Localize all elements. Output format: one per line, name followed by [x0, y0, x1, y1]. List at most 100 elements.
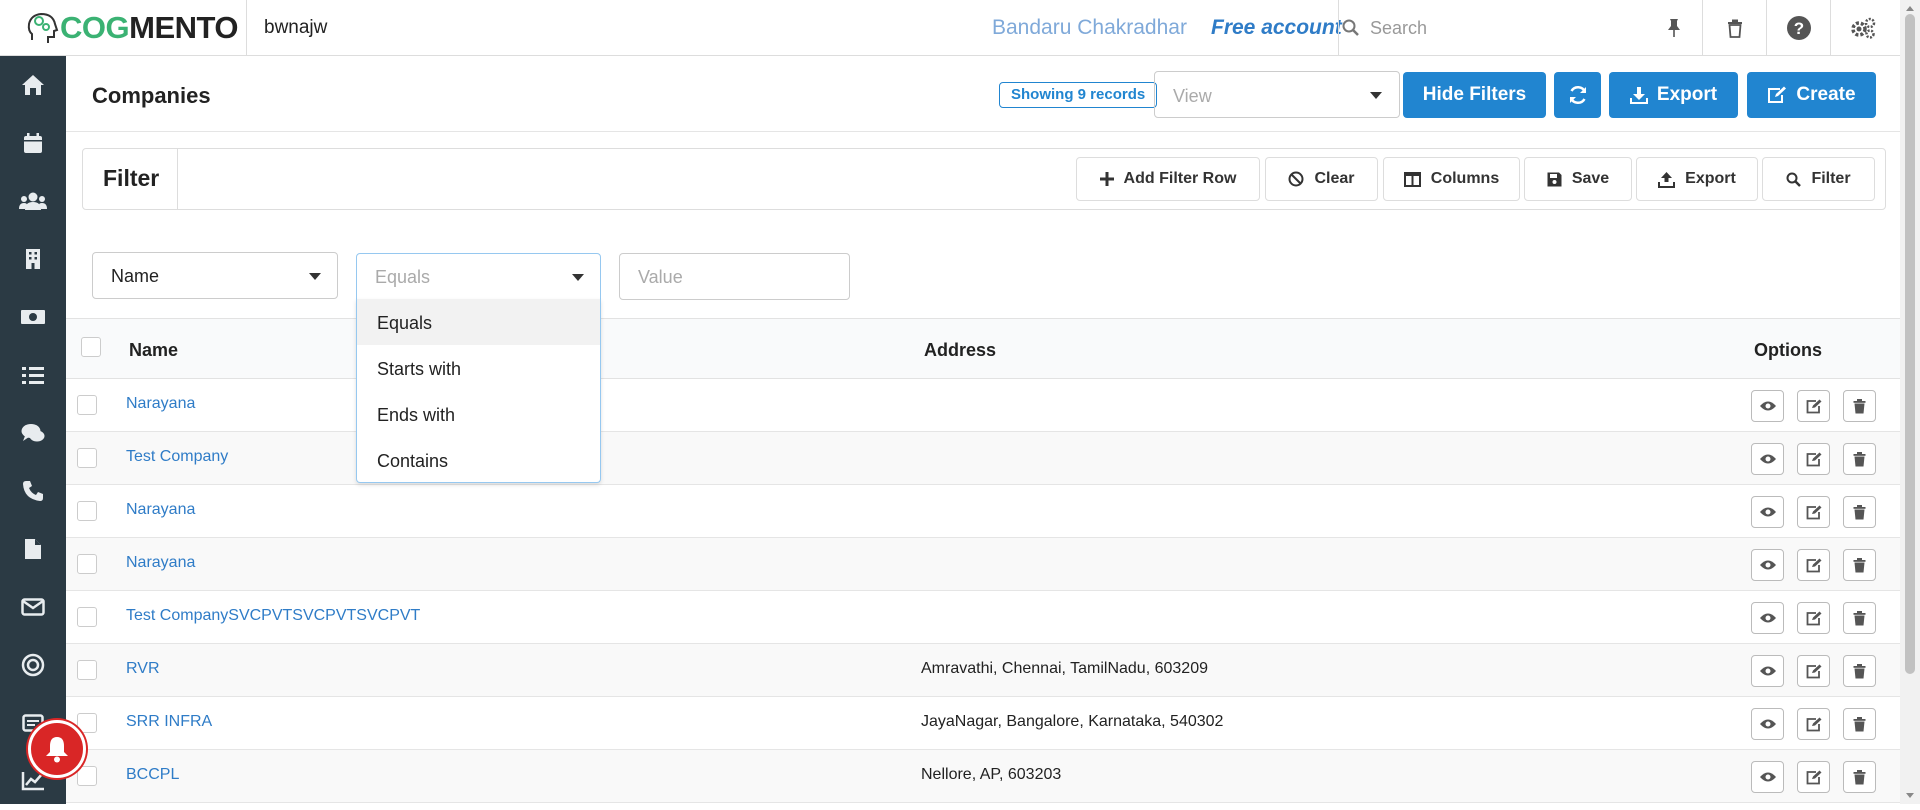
edit-button[interactable] [1797, 602, 1830, 634]
save-button[interactable]: Save [1524, 157, 1632, 201]
email-icon [21, 598, 45, 616]
sidebar-item-campaigns[interactable] [0, 636, 66, 694]
home-icon [22, 75, 44, 95]
export-button[interactable]: Export [1609, 72, 1738, 118]
dropdown-option-starts-with[interactable]: Starts with [357, 345, 600, 391]
sidebar-item-cases[interactable] [0, 404, 66, 462]
view-button[interactable] [1751, 708, 1784, 740]
trash-button[interactable] [1702, 0, 1766, 56]
eye-icon [1759, 401, 1776, 411]
filter-export-button[interactable]: Export [1636, 157, 1758, 201]
add-filter-row-button[interactable]: Add Filter Row [1076, 157, 1260, 201]
sidebar-item-contacts[interactable] [0, 172, 66, 230]
sidebar-item-companies[interactable] [0, 230, 66, 288]
edit-button[interactable] [1797, 390, 1830, 422]
row-checkbox[interactable] [77, 501, 97, 521]
row-checkbox[interactable] [77, 395, 97, 415]
view-button[interactable] [1751, 655, 1784, 687]
search-icon [1342, 19, 1359, 36]
view-button[interactable] [1751, 761, 1784, 793]
hide-filters-button[interactable]: Hide Filters [1403, 72, 1546, 118]
sidebar-item-documents[interactable] [0, 520, 66, 578]
pin-icon [1668, 19, 1680, 37]
vertical-scrollbar[interactable] [1900, 0, 1920, 804]
filter-button[interactable]: Filter [1762, 157, 1875, 201]
column-header-name[interactable]: Name [129, 340, 178, 361]
sidebar-item-tasks[interactable] [0, 346, 66, 404]
notification-button[interactable] [28, 720, 86, 778]
edit-button[interactable] [1797, 549, 1830, 581]
delete-button[interactable] [1843, 443, 1876, 475]
delete-button[interactable] [1843, 761, 1876, 793]
dropdown-option-ends-with[interactable]: Ends with [357, 391, 600, 437]
dropdown-option-equals[interactable]: Equals [357, 299, 600, 345]
delete-button[interactable] [1843, 496, 1876, 528]
trash-icon [1853, 451, 1866, 466]
edit-button[interactable] [1797, 761, 1830, 793]
edit-button[interactable] [1797, 708, 1830, 740]
view-button[interactable] [1751, 443, 1784, 475]
edit-button[interactable] [1797, 496, 1830, 528]
row-checkbox[interactable] [77, 766, 97, 786]
sidebar-item-calendar[interactable] [0, 114, 66, 172]
view-button[interactable] [1751, 496, 1784, 528]
delete-button[interactable] [1843, 602, 1876, 634]
company-name-link[interactable]: RVR [126, 660, 160, 678]
eye-icon [1759, 772, 1776, 782]
logo[interactable]: COGMENTO [26, 10, 239, 46]
view-button[interactable] [1751, 602, 1784, 634]
company-name-link[interactable]: BCCPL [126, 766, 179, 784]
view-button[interactable] [1751, 549, 1784, 581]
row-checkbox[interactable] [77, 448, 97, 468]
clear-label: Clear [1314, 170, 1355, 187]
trash-icon [1853, 610, 1866, 625]
help-button[interactable]: ? [1766, 0, 1830, 56]
company-name-link[interactable]: Narayana [126, 501, 195, 519]
workspace-name: bwnajw [264, 17, 328, 38]
sidebar-item-email[interactable] [0, 578, 66, 636]
company-name-link[interactable]: Narayana [126, 554, 195, 572]
column-header-address[interactable]: Address [924, 340, 996, 361]
settings-button[interactable] [1830, 0, 1894, 56]
company-name-link[interactable]: Narayana [126, 395, 195, 413]
company-name-link[interactable]: Test Company [126, 448, 228, 466]
user-name[interactable]: Bandaru Chakradhar [992, 16, 1187, 40]
hide-filters-label: Hide Filters [1422, 84, 1527, 105]
row-checkbox[interactable] [77, 713, 97, 733]
sidebar-item-calls[interactable] [0, 462, 66, 520]
filter-field-select[interactable]: Name [92, 252, 338, 299]
target-icon [21, 653, 45, 677]
company-name-link[interactable]: Test CompanySVCPVTSVCPVTSVCPVT [126, 607, 420, 625]
row-checkbox[interactable] [77, 660, 97, 680]
column-header-options: Options [1754, 340, 1822, 360]
search-input[interactable] [1370, 17, 1670, 39]
view-button[interactable] [1751, 390, 1784, 422]
sidebar-item-deals[interactable] [0, 288, 66, 346]
dropdown-option-contains[interactable]: Contains [357, 437, 600, 483]
delete-button[interactable] [1843, 655, 1876, 687]
select-all-checkbox[interactable] [81, 337, 101, 357]
edit-button[interactable] [1797, 443, 1830, 475]
plus-icon [1099, 172, 1114, 186]
edit-button[interactable] [1797, 655, 1830, 687]
delete-button[interactable] [1843, 549, 1876, 581]
company-address: Amravathi, Chennai, TamilNadu, 603209 [921, 660, 1208, 677]
view-select[interactable]: View [1154, 71, 1400, 118]
row-checkbox[interactable] [77, 607, 97, 627]
filter-operator-select[interactable]: Equals [356, 253, 601, 300]
chat-icon [21, 424, 45, 442]
create-button[interactable]: Create [1747, 72, 1876, 118]
delete-button[interactable] [1843, 708, 1876, 740]
delete-button[interactable] [1843, 390, 1876, 422]
pin-button[interactable] [1642, 0, 1706, 56]
clear-button[interactable]: Clear [1265, 157, 1378, 201]
row-checkbox[interactable] [77, 554, 97, 574]
filter-value-input[interactable]: Value [619, 253, 850, 300]
sidebar-item-home[interactable] [0, 56, 66, 114]
scrollbar-thumb[interactable] [1905, 14, 1915, 674]
divider [246, 0, 247, 56]
edit-icon [1806, 558, 1821, 572]
refresh-button[interactable] [1554, 72, 1601, 118]
company-name-link[interactable]: SRR INFRA [126, 713, 212, 731]
columns-button[interactable]: Columns [1383, 157, 1520, 201]
